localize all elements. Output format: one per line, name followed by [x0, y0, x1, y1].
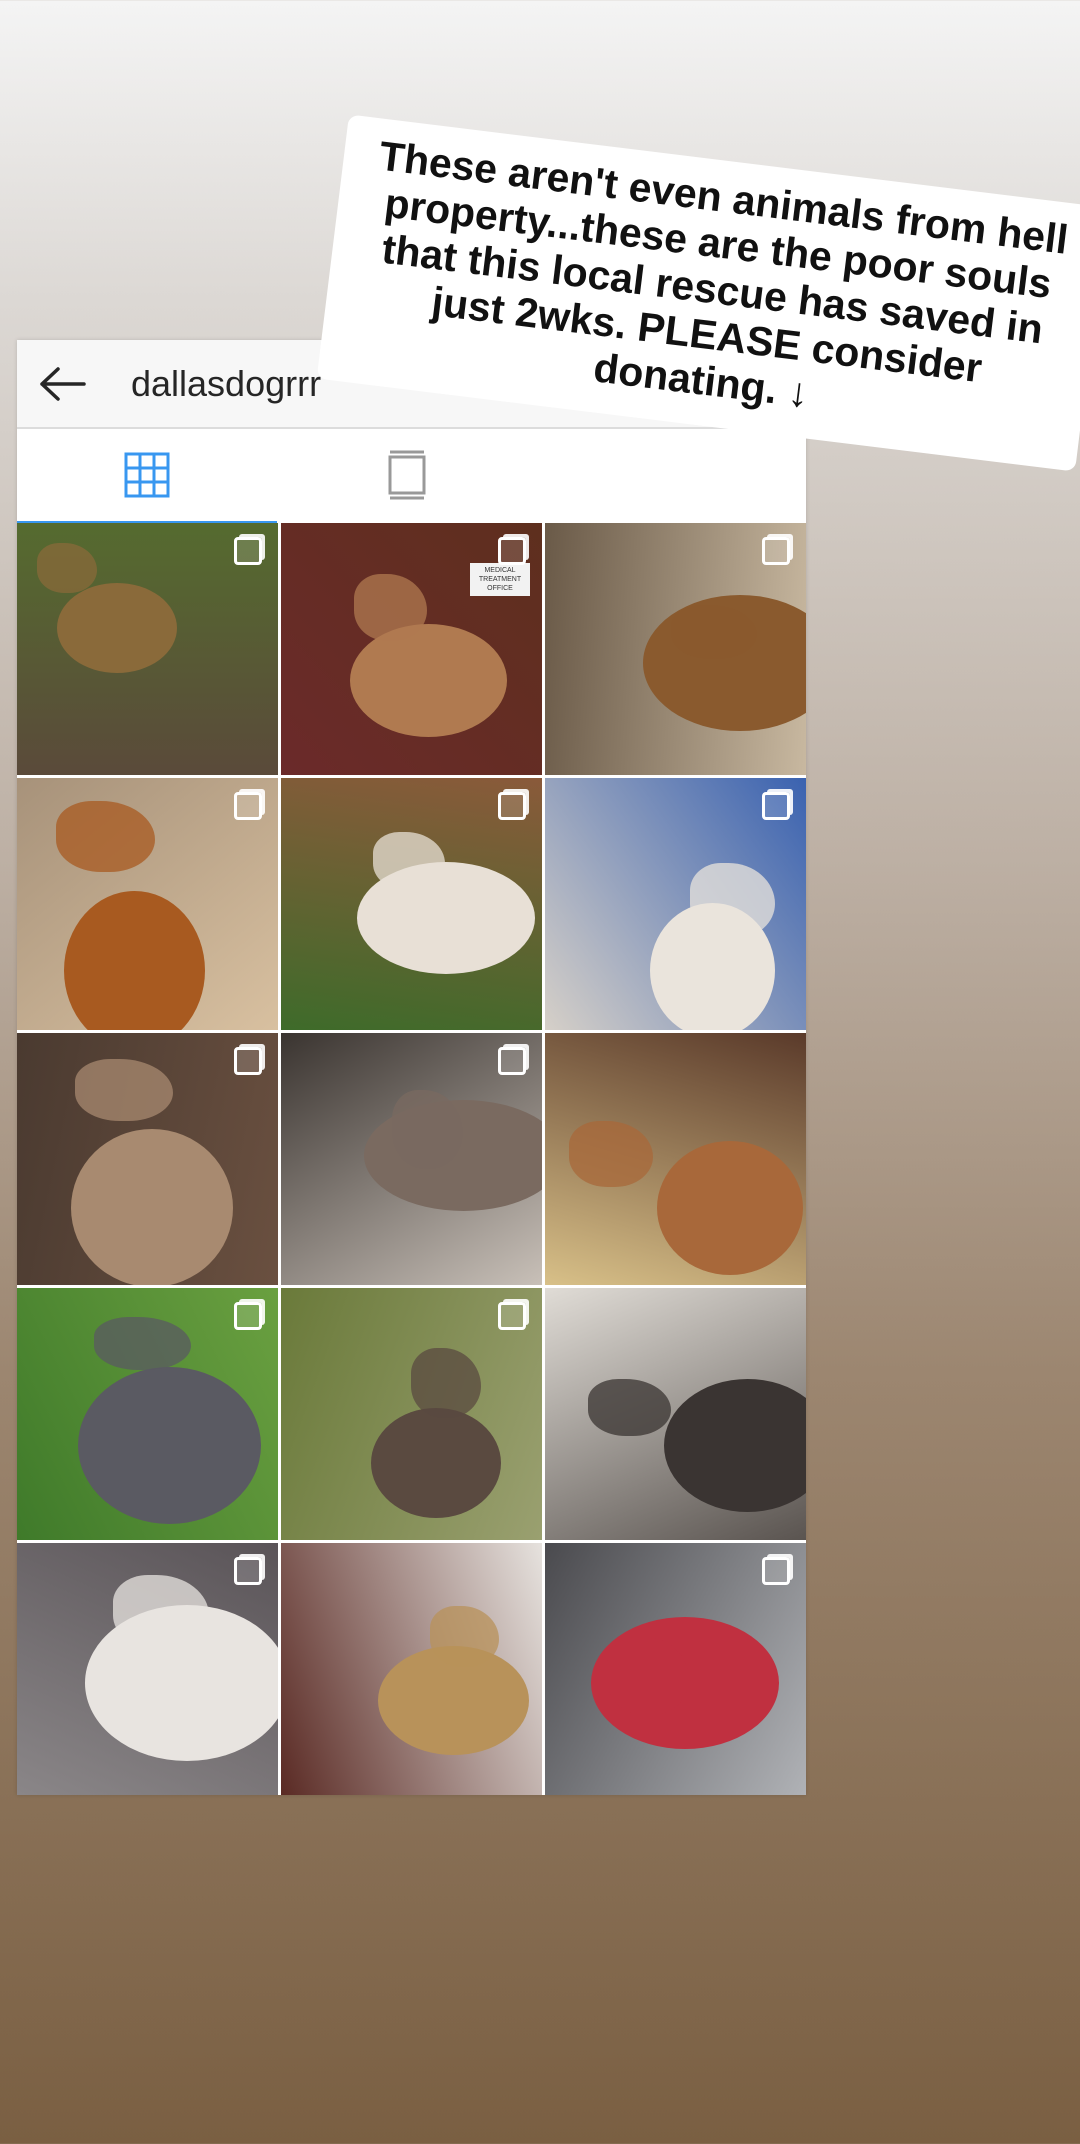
- photo-subject: [664, 1379, 806, 1512]
- photo-subject: [371, 1408, 501, 1518]
- photo-detail: [75, 1059, 173, 1121]
- carousel-icon: [498, 1302, 526, 1330]
- feed-icon: [388, 450, 426, 500]
- photo-detail: [354, 574, 427, 641]
- grid-icon: [124, 452, 170, 498]
- post-thumbnail[interactable]: [281, 1543, 542, 1795]
- post-thumbnail[interactable]: [545, 778, 806, 1030]
- post-thumbnail[interactable]: [545, 1543, 806, 1795]
- photo-detail: [56, 801, 155, 872]
- profile-tabs: [17, 429, 806, 524]
- photo-subject: [657, 1141, 803, 1275]
- caption-text: These aren't even animals from hell prop…: [376, 132, 1071, 417]
- arrow-left-icon: [40, 366, 86, 401]
- carousel-icon: [234, 1302, 262, 1330]
- post-thumbnail[interactable]: [17, 778, 278, 1030]
- photo-detail: [569, 1121, 653, 1187]
- post-grid: MEDICAL TREATMENT OFFICE: [17, 523, 806, 1795]
- post-thumbnail[interactable]: [17, 523, 278, 775]
- tab-grid[interactable]: [17, 429, 277, 524]
- carousel-icon: [234, 1047, 262, 1075]
- post-thumbnail[interactable]: [17, 1543, 278, 1795]
- photo-detail: [37, 543, 97, 593]
- photo-detail: [373, 832, 445, 890]
- carousel-icon: [498, 792, 526, 820]
- photo-detail: [94, 1317, 191, 1370]
- post-thumbnail[interactable]: [545, 523, 806, 775]
- profile-username[interactable]: dallasdogrrr: [131, 363, 321, 405]
- post-thumbnail[interactable]: [281, 1033, 542, 1285]
- post-thumbnail[interactable]: [281, 1288, 542, 1540]
- photo-detail: [588, 1379, 671, 1436]
- photo-subject: [350, 624, 507, 737]
- carousel-icon: [234, 792, 262, 820]
- post-thumbnail[interactable]: [17, 1033, 278, 1285]
- photo-detail: [430, 1606, 499, 1667]
- post-thumbnail[interactable]: MEDICAL TREATMENT OFFICE: [281, 523, 542, 775]
- photo-detail: [690, 863, 775, 938]
- photo-subject: [57, 583, 177, 673]
- back-button[interactable]: [17, 340, 107, 427]
- post-thumbnail[interactable]: [545, 1033, 806, 1285]
- photo-detail: [113, 1575, 209, 1649]
- carousel-icon: [498, 537, 526, 565]
- carousel-icon: [498, 1047, 526, 1075]
- carousel-icon: [234, 1557, 262, 1585]
- carousel-icon: [762, 792, 790, 820]
- carousel-icon: [234, 537, 262, 565]
- post-thumbnail[interactable]: [545, 1288, 806, 1540]
- post-thumbnail[interactable]: [17, 1288, 278, 1540]
- photo-sign-text: MEDICAL TREATMENT OFFICE: [470, 563, 530, 596]
- photo-subject: [78, 1367, 261, 1524]
- photo-subject: [71, 1129, 233, 1285]
- photo-detail: [411, 1348, 481, 1418]
- post-thumbnail[interactable]: [281, 778, 542, 1030]
- tab-feed[interactable]: [277, 429, 537, 521]
- photo-subject: [64, 891, 205, 1030]
- profile-screenshot: dallasdogrrr MEDICAL TREATMENT OFFICE: [17, 340, 806, 1795]
- carousel-icon: [762, 537, 790, 565]
- carousel-icon: [762, 1557, 790, 1585]
